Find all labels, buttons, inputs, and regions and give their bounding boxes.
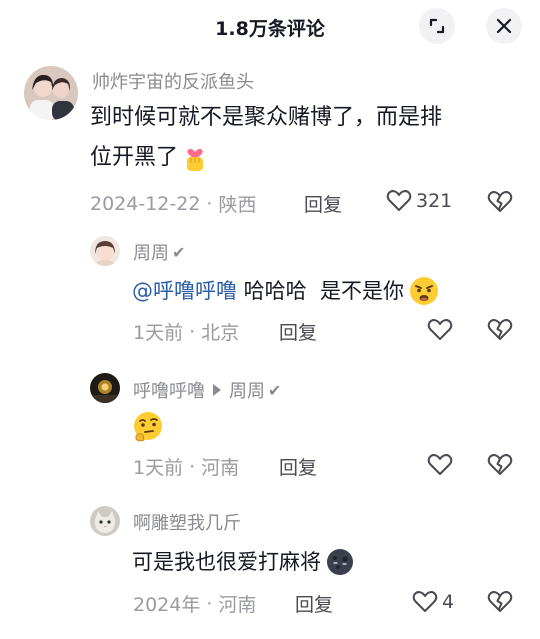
- reply-button[interactable]: 回复: [304, 190, 342, 217]
- avatar-photo: [90, 506, 120, 536]
- reply-location: 河南: [218, 594, 257, 616]
- reply-button[interactable]: 回复: [295, 590, 333, 617]
- reply-meta: 1天前 · 北京: [133, 318, 239, 345]
- broken-heart-icon: [487, 191, 513, 212]
- reply-date: 2024年: [133, 594, 201, 616]
- heart-icon: [386, 190, 412, 211]
- verified-check-icon: ✔: [268, 380, 282, 400]
- reply-username[interactable]: 周周 ✔: [133, 239, 185, 265]
- broken-heart-icon: [487, 319, 513, 340]
- reply-location: 北京: [201, 322, 240, 344]
- comment-text-line: 位开黑了: [90, 138, 442, 178]
- reply-date: 1天前: [133, 457, 184, 479]
- avatar[interactable]: [24, 66, 78, 120]
- angry-face-emoji: [410, 277, 439, 305]
- like-count: 4: [442, 591, 455, 613]
- avatar[interactable]: [90, 373, 120, 403]
- separator-dot: ·: [189, 320, 196, 343]
- reply-text: @呼噜呼噜 哈哈哈 是不是你: [132, 272, 440, 310]
- reply-meta: 1天前 · 河南: [133, 453, 239, 480]
- comment-text-line: 到时候可就不是聚众赌博了，而是排: [90, 105, 443, 130]
- reply-button[interactable]: 回复: [279, 318, 317, 345]
- expand-icon: [429, 18, 445, 34]
- dislike-button[interactable]: [487, 453, 513, 481]
- dislike-button[interactable]: [487, 190, 513, 218]
- reply-meta: 2024年 · 河南: [133, 590, 256, 617]
- close-button[interactable]: [486, 8, 522, 44]
- broken-heart-icon: [487, 454, 513, 475]
- reply-username[interactable]: 啊雕塑我几斤: [133, 509, 241, 535]
- reply-username-text: 周周: [133, 243, 169, 264]
- broken-heart-icon: [487, 591, 513, 612]
- comment-location: 陕西: [218, 194, 257, 216]
- heart-icon: [412, 591, 438, 612]
- close-icon: [496, 18, 512, 34]
- like-button[interactable]: 4: [412, 590, 454, 614]
- dark-moon-face-emoji: [327, 549, 353, 575]
- reply-arrow-icon: [213, 384, 221, 396]
- reply-location: 河南: [201, 457, 240, 479]
- like-button[interactable]: [427, 453, 453, 477]
- reply-text: [131, 410, 165, 448]
- avatar[interactable]: [90, 506, 120, 536]
- avatar-photo: [90, 373, 120, 403]
- comment-username[interactable]: 帅炸宇宙的反派鱼头: [92, 68, 254, 94]
- reply-button[interactable]: 回复: [279, 453, 317, 480]
- avatar-photo: [24, 66, 78, 120]
- dislike-button[interactable]: [487, 590, 513, 618]
- finger-heart-emoji: [187, 148, 204, 171]
- avatar-photo: [90, 236, 120, 266]
- reply-text-content: 哈哈哈 是不是你: [237, 279, 405, 303]
- expand-button[interactable]: [419, 8, 455, 44]
- avatar[interactable]: [90, 236, 120, 266]
- like-count: 321: [416, 190, 453, 212]
- comments-count-title: 1.8万条评论: [215, 18, 325, 40]
- comment-meta: 2024-12-22 · 陕西: [90, 190, 256, 217]
- dislike-button[interactable]: [487, 318, 513, 346]
- reply-date: 1天前: [133, 322, 184, 344]
- separator-dot: ·: [189, 455, 196, 478]
- like-button[interactable]: [427, 318, 453, 342]
- thinking-face-emoji: [134, 412, 162, 442]
- separator-dot: ·: [206, 192, 213, 215]
- reply-username[interactable]: 呼噜呼噜 周周 ✔: [133, 377, 281, 403]
- reply-to-username[interactable]: 周周: [229, 377, 265, 403]
- heart-icon: [427, 454, 453, 475]
- comment-text: 到时候可就不是聚众赌博了，而是排 位开黑了: [90, 98, 442, 178]
- separator-dot: ·: [206, 592, 213, 615]
- like-button[interactable]: 321: [386, 189, 452, 213]
- comment-text-content: 位开黑了: [90, 145, 179, 170]
- reply-text-content: 可是我也很爱打麻将: [132, 550, 321, 574]
- heart-icon: [427, 319, 453, 340]
- reply-text: 可是我也很爱打麻将: [132, 543, 355, 581]
- reply-username-text: 呼噜呼噜: [133, 381, 205, 402]
- verified-check-icon: ✔: [172, 242, 186, 262]
- comments-header: 1.8万条评论: [0, 0, 540, 52]
- comment-date: 2024-12-22: [90, 192, 201, 215]
- mention-link[interactable]: @呼噜呼噜: [132, 272, 237, 310]
